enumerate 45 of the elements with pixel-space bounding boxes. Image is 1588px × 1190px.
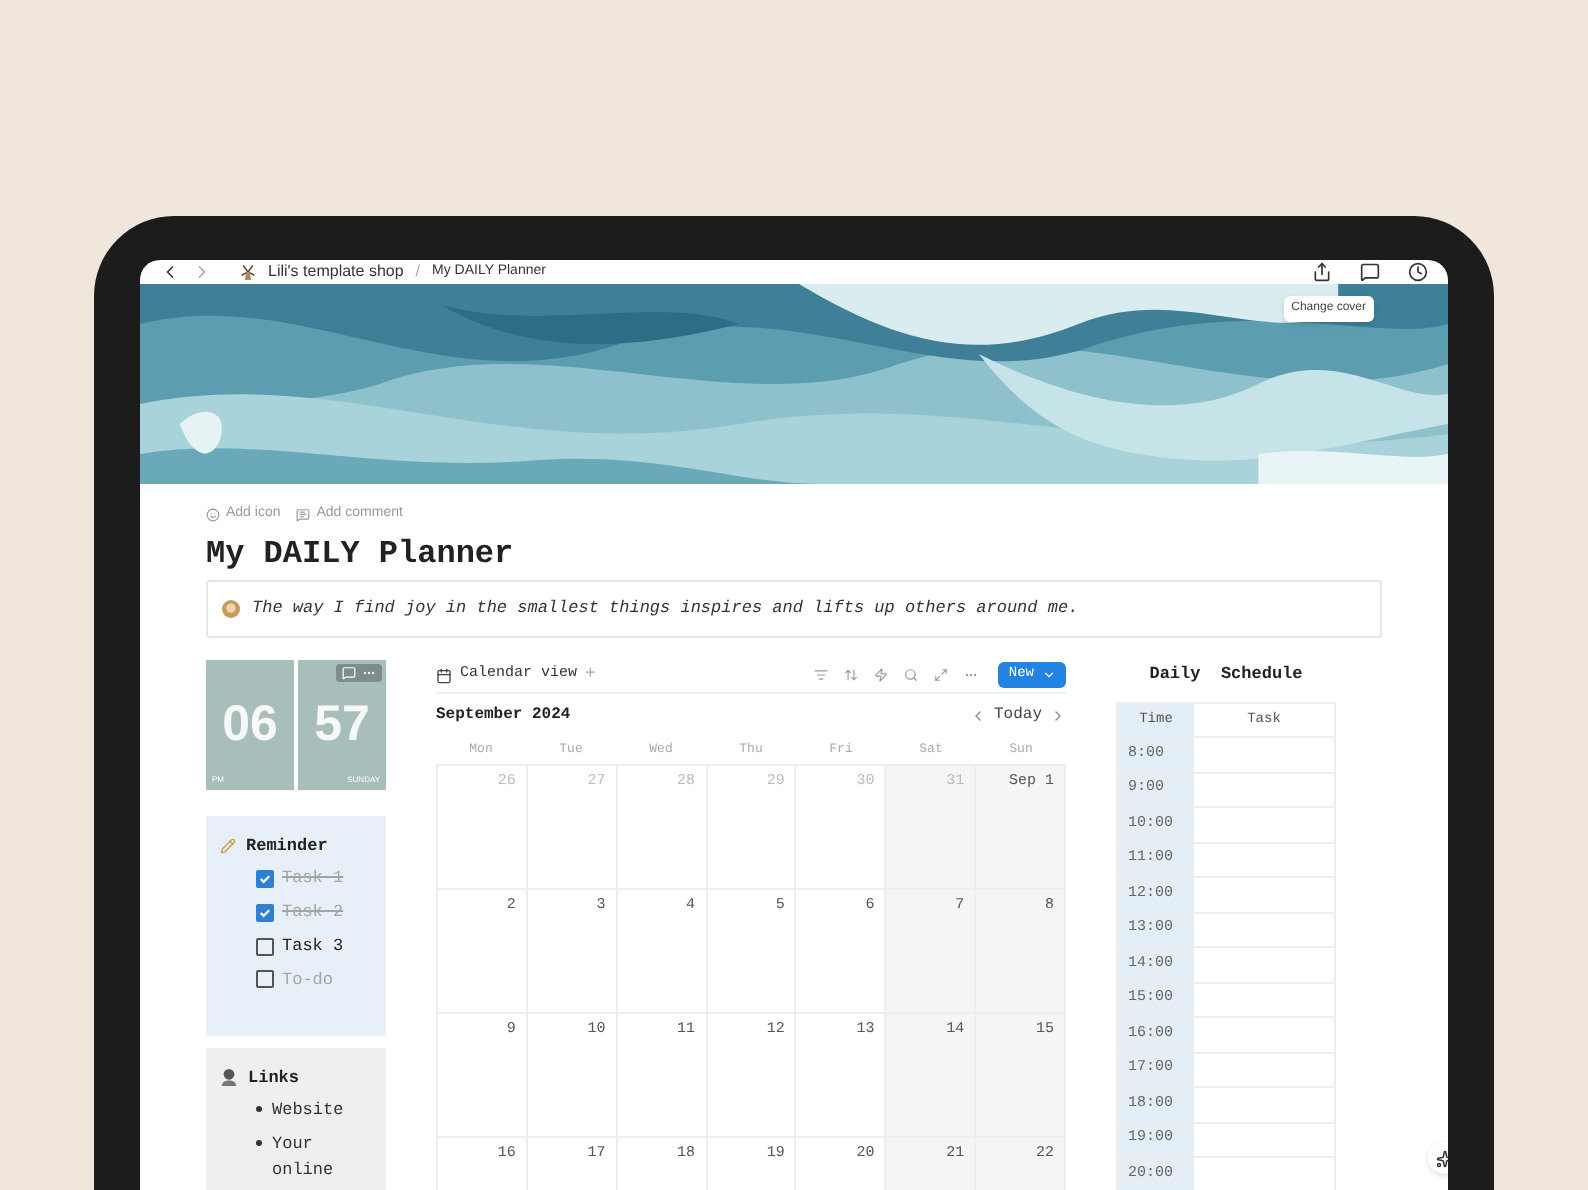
next-icon[interactable] [1050, 708, 1066, 724]
check-icon [258, 872, 272, 887]
sort-icon[interactable] [844, 668, 859, 682]
task-label: Task 1 [282, 866, 344, 892]
checkbox[interactable] [256, 937, 274, 956]
share-icon[interactable] [1312, 262, 1332, 282]
bullet-icon [256, 1106, 262, 1113]
windmill-icon [240, 264, 256, 280]
schedule-title: Daily Schedule [1147, 661, 1305, 687]
bullet-icon [256, 1140, 262, 1147]
lightning-icon[interactable] [874, 668, 889, 682]
link-text[interactable]: Website [272, 1098, 362, 1125]
clock-icon[interactable] [1408, 262, 1428, 282]
avatar-icon [222, 599, 240, 617]
comment-icon[interactable] [342, 665, 356, 679]
month-title: September 2024 [436, 704, 571, 728]
comments-icon[interactable] [1360, 262, 1380, 282]
clock-hour: 06 [222, 699, 278, 749]
link-text[interactable]: Your online [272, 1132, 362, 1185]
expand-icon[interactable] [934, 668, 949, 682]
person-icon [220, 1068, 238, 1087]
today-button[interactable]: Today [993, 704, 1042, 728]
page-title: My DAILY Planner [206, 533, 516, 573]
task-label: Task 3 [282, 933, 344, 959]
breadcrumb-separator: / [415, 260, 421, 284]
check-icon [258, 905, 272, 920]
task-label: Task 2 [282, 900, 344, 926]
comment-icon [296, 507, 311, 522]
sparkle-icon [1435, 1149, 1448, 1167]
breadcrumb-link[interactable]: Lili's template shop [268, 260, 404, 284]
smiley-icon [206, 507, 220, 522]
checkbox[interactable] [256, 903, 274, 922]
links-title: Links [248, 1065, 300, 1091]
task-label: To-do [282, 967, 334, 993]
checkbox[interactable] [256, 870, 274, 889]
pencil-icon [220, 837, 236, 854]
search-icon[interactable] [904, 668, 919, 682]
checkbox[interactable] [256, 970, 274, 989]
more-icon[interactable] [964, 668, 979, 682]
clock-minute: 57 [314, 699, 370, 749]
caret-icon [1042, 668, 1056, 682]
filter-icon[interactable] [814, 668, 829, 682]
reminder-title: Reminder [246, 833, 328, 859]
quote-text: The way I find joy in the smallest things inspires and lifts up others around me. [252, 595, 1079, 621]
calendar-icon [436, 667, 452, 683]
